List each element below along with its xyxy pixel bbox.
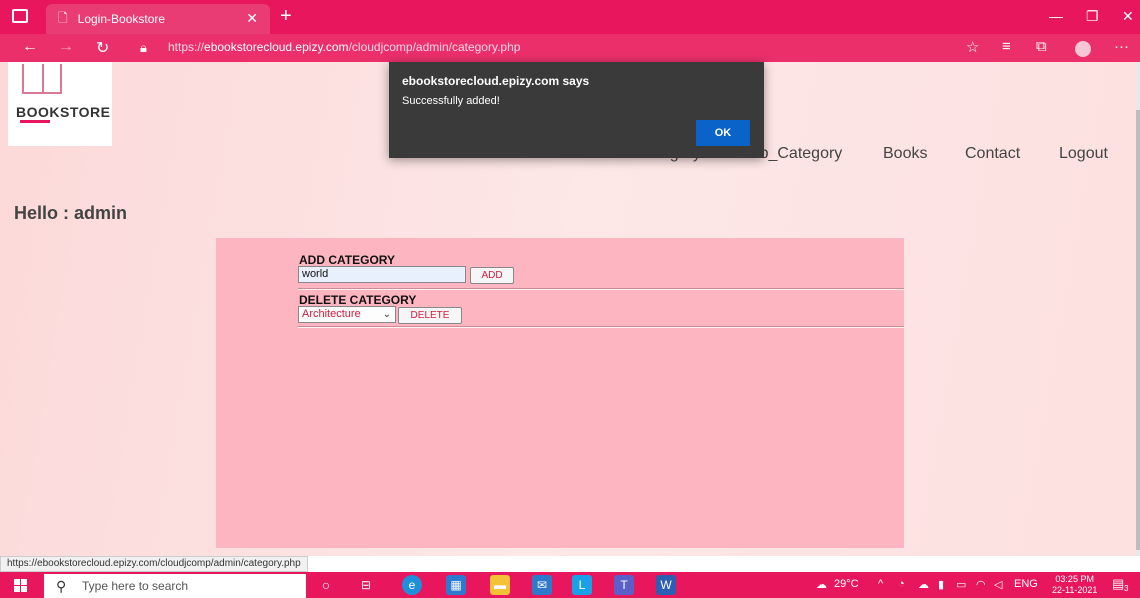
teams-icon[interactable]: T xyxy=(614,575,634,595)
nav-books[interactable]: Books xyxy=(883,145,927,163)
bookstore-logo[interactable]: BOOKSTORE xyxy=(8,62,112,146)
edge-icon[interactable]: e xyxy=(402,575,422,595)
delete-button[interactable]: DELETE xyxy=(398,307,462,324)
category-name-input[interactable]: world xyxy=(298,266,466,283)
category-select[interactable]: Architecture ⌄ xyxy=(298,306,396,323)
onedrive-icon[interactable]: ☁ xyxy=(918,578,929,591)
more-options-icon[interactable]: ··· xyxy=(1114,38,1129,55)
mail-icon[interactable]: ✉ xyxy=(532,575,552,595)
windows-start-icon[interactable] xyxy=(14,579,28,593)
url-field[interactable]: https://ebookstorecloud.epizy.com/cloudj… xyxy=(168,40,520,54)
search-icon: ⚲ xyxy=(56,578,67,594)
time: 03:25 PM xyxy=(1055,574,1094,584)
address-bar: ← → ↻ 🔒︎ https://ebookstorecloud.epizy.c… xyxy=(0,34,1140,62)
scrollbar-thumb[interactable] xyxy=(1136,110,1140,550)
logo-underline xyxy=(20,120,50,123)
search-placeholder: Type here to search xyxy=(82,579,189,593)
notification-count: 3 xyxy=(1124,584,1129,593)
notification-icon[interactable]: ▤ xyxy=(1112,576,1124,592)
favorites-list-icon[interactable]: ≡ xyxy=(1002,38,1011,55)
category-select-value: Architecture xyxy=(302,308,361,320)
file-explorer-icon[interactable]: ▬ xyxy=(490,575,510,595)
battery-icon[interactable]: ▭ xyxy=(956,578,966,591)
refresh-icon[interactable]: ↻ xyxy=(96,38,109,58)
tab-actions-icon[interactable] xyxy=(12,9,28,23)
volume-icon[interactable]: ◁ xyxy=(994,578,1002,591)
minimize-icon[interactable]: — xyxy=(1049,8,1063,24)
tab-title: Login-Bookstore xyxy=(77,12,166,26)
forward-icon[interactable]: → xyxy=(58,38,74,56)
task-view-icon[interactable]: ⊟ xyxy=(356,575,376,595)
taskbar-search[interactable]: ⚲ Type here to search xyxy=(44,574,306,598)
profile-avatar[interactable] xyxy=(1075,41,1091,57)
dialog-message: Successfully added! xyxy=(402,95,500,107)
meet-now-icon[interactable]: ◔ xyxy=(898,578,905,590)
cortana-icon[interactable]: ○ xyxy=(316,575,336,595)
alert-dialog: ebookstorecloud.epizy.com says Successfu… xyxy=(389,62,764,158)
browser-titlebar: 🗋 Login-Bookstore ✕ + — ❐ ✕ xyxy=(0,0,1140,34)
logo-text: BOOKSTORE xyxy=(16,104,111,120)
back-icon[interactable]: ← xyxy=(22,38,38,56)
lock-icon[interactable]: 🔒︎ xyxy=(140,40,147,56)
nav-contact[interactable]: Contact xyxy=(965,145,1020,163)
wifi-icon[interactable]: ◠ xyxy=(976,578,986,591)
microphone-icon[interactable]: ▮ xyxy=(938,578,944,591)
divider xyxy=(298,326,904,328)
clock[interactable]: 03:25 PM 22-11-2021 xyxy=(1052,574,1097,596)
new-tab-icon[interactable]: + xyxy=(280,6,292,26)
weather-temp[interactable]: 29°C xyxy=(834,578,859,590)
divider xyxy=(298,288,904,290)
ok-button[interactable]: OK xyxy=(696,120,750,146)
url-path: /cloudjcomp/admin/category.php xyxy=(348,40,521,54)
close-tab-icon[interactable]: ✕ xyxy=(246,10,258,27)
add-button[interactable]: ADD xyxy=(470,267,514,284)
date: 22-11-2021 xyxy=(1052,585,1098,595)
chevron-up-icon[interactable]: ^ xyxy=(878,578,883,590)
url-prefix: https:// xyxy=(168,40,205,54)
favorite-icon[interactable]: ☆ xyxy=(966,38,979,56)
language-indicator[interactable]: ENG xyxy=(1014,578,1038,590)
restore-icon[interactable]: ❐ xyxy=(1086,8,1099,25)
dialog-title: ebookstorecloud.epizy.com says xyxy=(402,74,590,88)
add-category-label: ADD CATEGORY xyxy=(299,253,395,267)
url-domain: ebookstorecloud.epizy.com xyxy=(204,40,349,54)
lync-icon[interactable]: L xyxy=(572,575,592,595)
store-icon[interactable]: ▦ xyxy=(446,575,466,595)
status-url: https://ebookstorecloud.epizy.com/cloudj… xyxy=(0,556,308,572)
greeting: Hello : admin xyxy=(14,203,128,223)
taskbar: ⚲ Type here to search ○ ⊟ e ▦ ▬ ✉ L T W … xyxy=(0,572,1140,598)
collections-icon[interactable]: ⧉ xyxy=(1036,38,1047,55)
page-icon: 🗋 xyxy=(58,10,68,25)
chevron-down-icon: ⌄ xyxy=(382,309,391,320)
close-window-icon[interactable]: ✕ xyxy=(1122,8,1134,25)
nav-logout[interactable]: Logout xyxy=(1059,145,1108,163)
word-icon[interactable]: W xyxy=(656,575,676,595)
weather-icon[interactable]: ☁ xyxy=(816,578,827,591)
book-logo-icon xyxy=(22,64,62,94)
category-panel: ADD CATEGORY world ADD DELETE CATEGORY A… xyxy=(216,238,904,548)
browser-tab[interactable]: 🗋 Login-Bookstore ✕ xyxy=(46,4,270,34)
delete-category-label: DELETE CATEGORY xyxy=(299,293,417,307)
